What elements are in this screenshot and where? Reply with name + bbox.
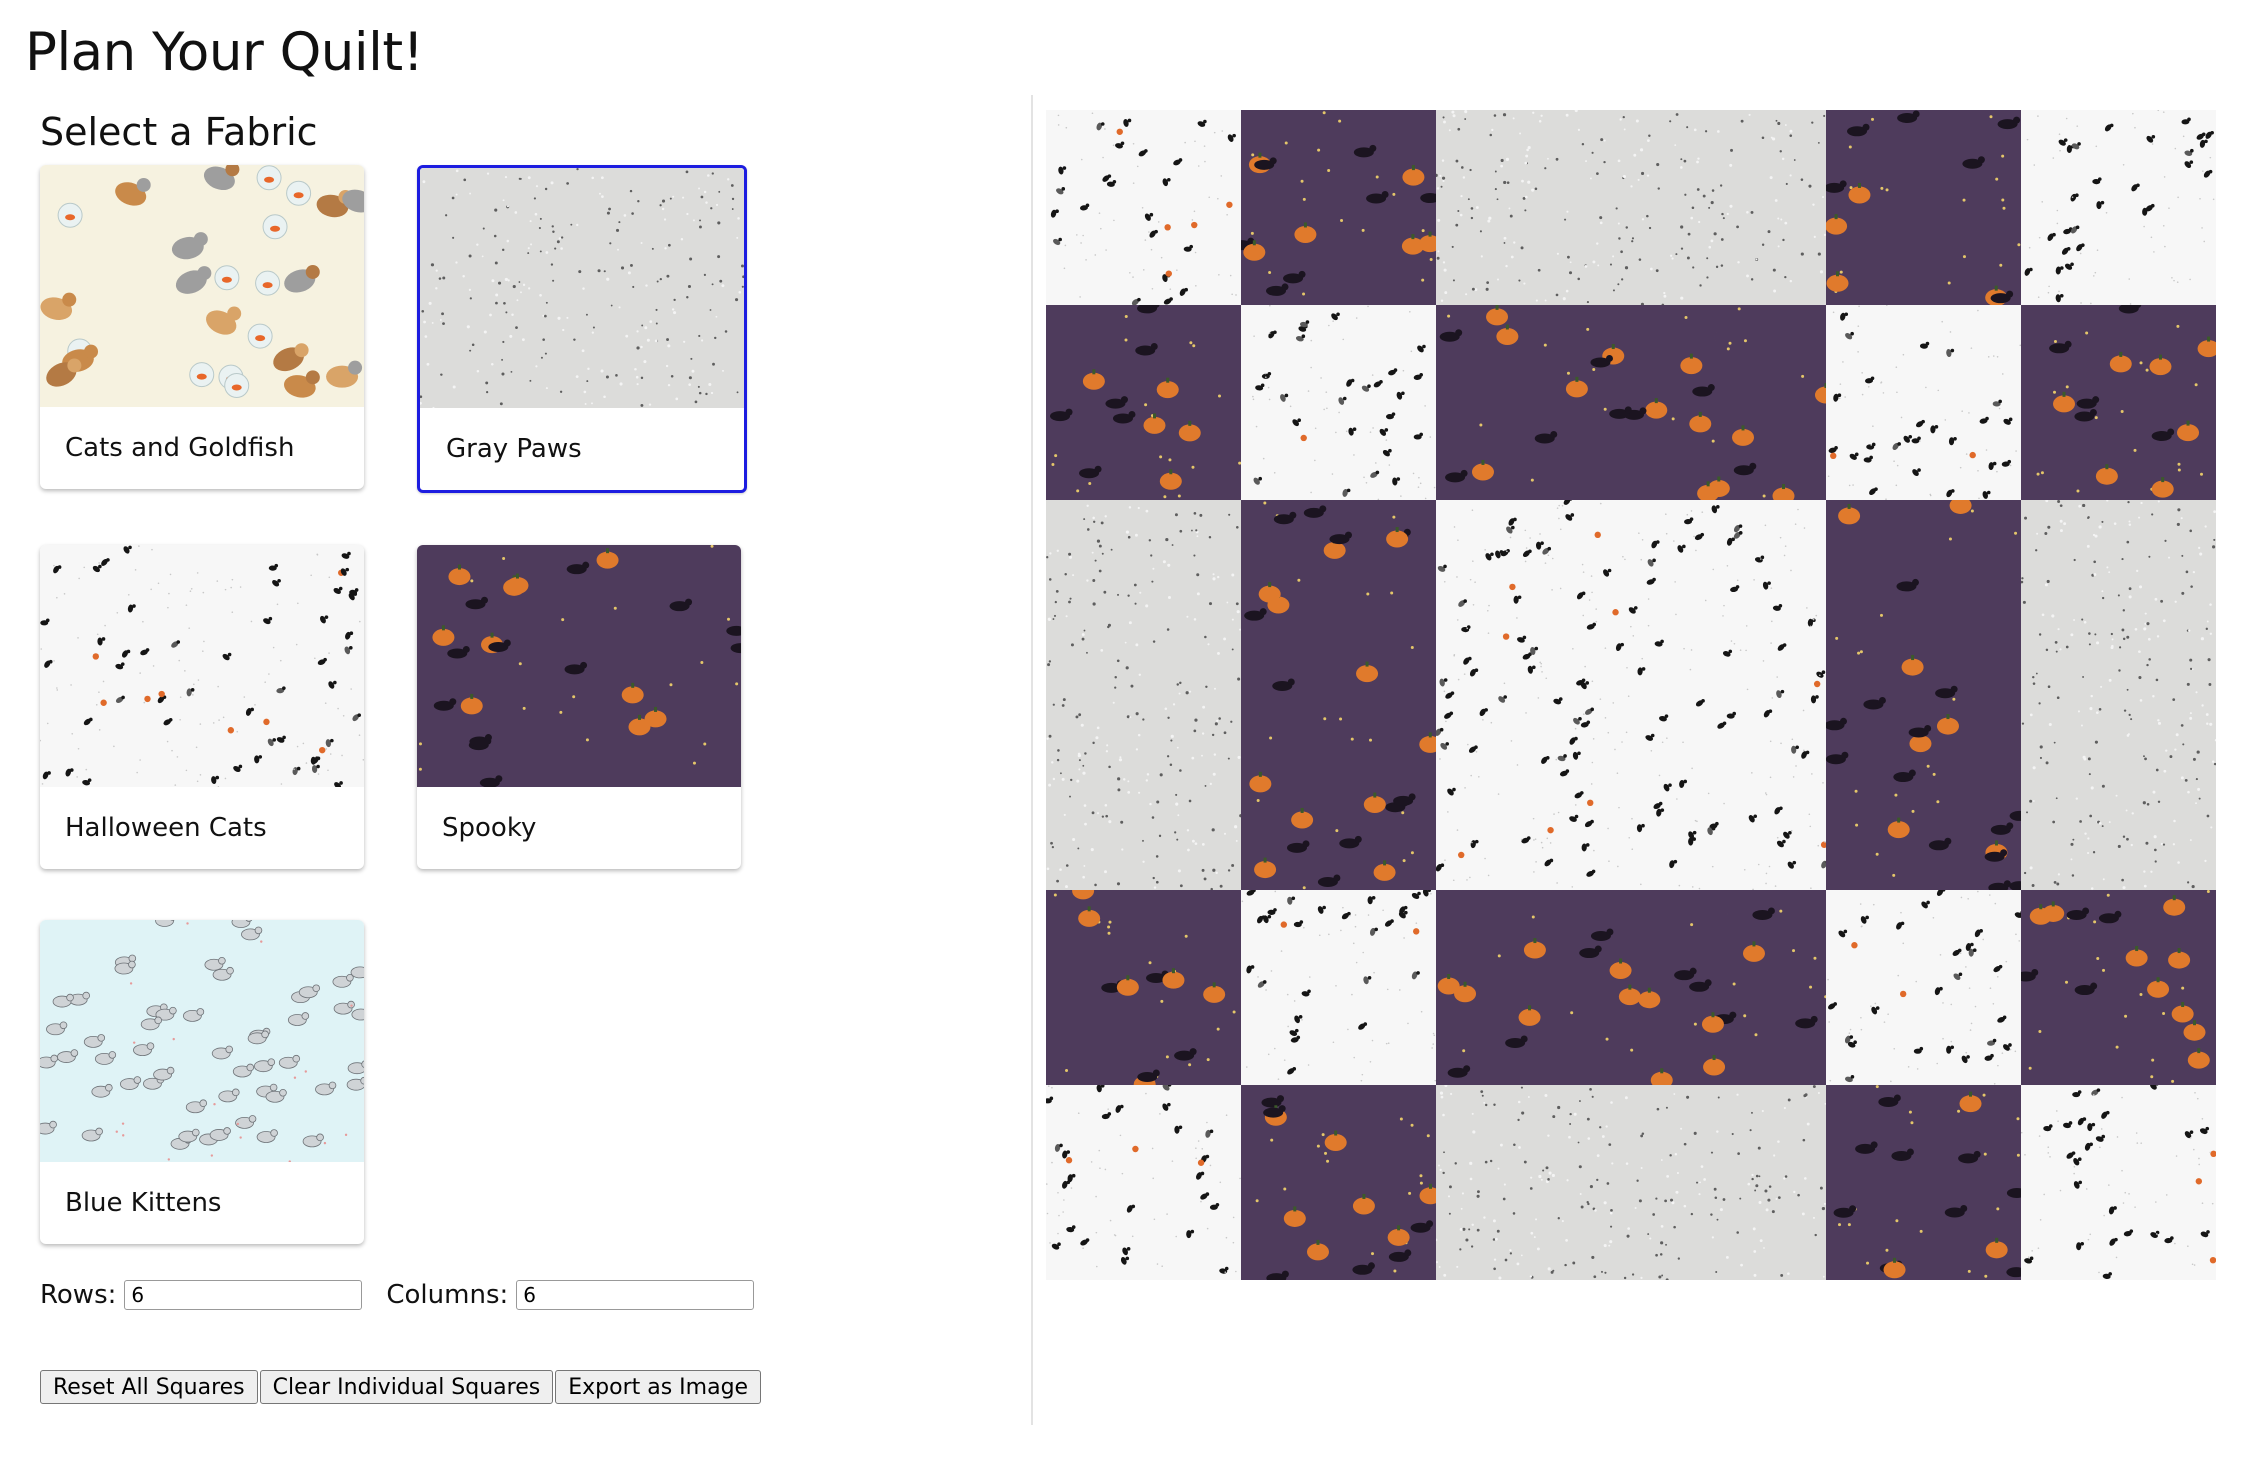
- reset-all-squares-button[interactable]: Reset All Squares: [40, 1370, 258, 1404]
- quilt-square-fabric-spooky: [1241, 110, 1436, 305]
- fabric-section-heading: Select a Fabric: [40, 110, 318, 154]
- grid-size-controls: Rows: Columns:: [40, 1280, 778, 1310]
- quilt-square-fabric-halloween-cats: [2021, 110, 2216, 305]
- quilt-square-r5-c5[interactable]: [2021, 1085, 2216, 1280]
- quilt-square-fabric-spooky: [2021, 890, 2216, 1085]
- quilt-square-r4-c2[interactable]: [1241, 890, 1436, 1085]
- quilt-square-r1-c4[interactable]: [1826, 110, 2021, 305]
- fabric-name: Blue Kittens: [65, 1188, 222, 1218]
- fabric-name: Halloween Cats: [65, 813, 267, 843]
- quilt-square-r1-c1[interactable]: [1046, 110, 1241, 305]
- quilt-square-r4-c4[interactable]: [1826, 890, 2021, 1085]
- quilt-square-fabric-spooky: [1826, 500, 2021, 890]
- fabric-swatch-cats-and-goldfish: [40, 165, 364, 407]
- quilt-canvas: [1046, 110, 2216, 1280]
- rows-input[interactable]: [124, 1280, 363, 1310]
- quilt-square-r3-c5[interactable]: [2021, 500, 2216, 890]
- quilt-square-fabric-spooky: [1436, 305, 1826, 500]
- fabric-card-blue-kittens[interactable]: Blue Kittens: [40, 920, 364, 1244]
- quilt-square-fabric-spooky: [1826, 1085, 2021, 1280]
- action-buttons: Reset All Squares Clear Individual Squar…: [40, 1370, 763, 1404]
- quilt-square-r5-c2[interactable]: [1241, 1085, 1436, 1280]
- fabric-card-cats-and-goldfish[interactable]: Cats and Goldfish: [40, 165, 364, 489]
- columns-input[interactable]: [516, 1280, 755, 1310]
- fabric-name: Spooky: [442, 813, 537, 843]
- quilt-square-fabric-gray-paws: [1046, 500, 1241, 890]
- quilt-square-fabric-spooky: [2021, 305, 2216, 500]
- rows-label: Rows:: [40, 1280, 117, 1310]
- quilt-square-fabric-halloween-cats: [1241, 305, 1436, 500]
- quilt-square-fabric-gray-paws: [1436, 110, 1826, 305]
- quilt-square-r2-c1[interactable]: [1046, 305, 1241, 500]
- fabric-swatch-gray-paws: [420, 168, 744, 408]
- quilt-square-r5-c3[interactable]: [1436, 1085, 1826, 1280]
- quilt-square-fabric-halloween-cats: [1046, 110, 1241, 305]
- quilt-square-r4-c5[interactable]: [2021, 890, 2216, 1085]
- fabric-name: Gray Paws: [446, 434, 582, 464]
- fabric-card-halloween-cats[interactable]: Halloween Cats: [40, 545, 364, 869]
- quilt-square-fabric-gray-paws: [2021, 500, 2216, 890]
- quilt-square-r4-c3[interactable]: [1436, 890, 1826, 1085]
- clear-individual-squares-button[interactable]: Clear Individual Squares: [259, 1370, 554, 1404]
- quilt-square-fabric-halloween-cats: [1826, 305, 2021, 500]
- fabric-panel: Select a Fabric Cats and Goldfish Gray P…: [0, 0, 1020, 1458]
- quilt-square-r1-c5[interactable]: [2021, 110, 2216, 305]
- quilt-square-r3-c2[interactable]: [1241, 500, 1436, 890]
- fabric-name: Cats and Goldfish: [65, 433, 295, 463]
- quilt-square-fabric-spooky: [1241, 1085, 1436, 1280]
- quilt-square-r4-c1[interactable]: [1046, 890, 1241, 1085]
- quilt-square-fabric-spooky: [1436, 890, 1826, 1085]
- columns-label: Columns:: [386, 1280, 509, 1310]
- quilt-square-fabric-spooky: [1241, 500, 1436, 890]
- quilt-square-r2-c5[interactable]: [2021, 305, 2216, 500]
- quilt-square-fabric-halloween-cats: [1241, 890, 1436, 1085]
- quilt-square-r3-c4[interactable]: [1826, 500, 2021, 890]
- quilt-square-r1-c2[interactable]: [1241, 110, 1436, 305]
- quilt-square-fabric-halloween-cats: [1436, 500, 1826, 890]
- quilt-square-r3-c3[interactable]: [1436, 500, 1826, 890]
- quilt-square-r5-c4[interactable]: [1826, 1085, 2021, 1280]
- quilt-square-fabric-gray-paws: [1436, 1085, 1826, 1280]
- quilt-square-fabric-halloween-cats: [1046, 1085, 1241, 1280]
- quilt-square-fabric-spooky: [1826, 110, 2021, 305]
- quilt-square-fabric-spooky: [1046, 890, 1241, 1085]
- panel-divider: [1031, 95, 1033, 1425]
- fabric-card-spooky[interactable]: Spooky: [417, 545, 741, 869]
- quilt-square-fabric-halloween-cats: [1826, 890, 2021, 1085]
- fabric-swatch-halloween-cats: [40, 545, 364, 787]
- quilt-square-r2-c2[interactable]: [1241, 305, 1436, 500]
- quilt-square-r1-c3[interactable]: [1436, 110, 1826, 305]
- fabric-card-gray-paws[interactable]: Gray Paws: [417, 165, 747, 493]
- quilt-square-r2-c4[interactable]: [1826, 305, 2021, 500]
- quilt-square-r5-c1[interactable]: [1046, 1085, 1241, 1280]
- fabric-swatch-blue-kittens: [40, 920, 364, 1162]
- quilt-square-r3-c1[interactable]: [1046, 500, 1241, 890]
- quilt-square-r2-c3[interactable]: [1436, 305, 1826, 500]
- quilt-square-fabric-halloween-cats: [2021, 1085, 2216, 1280]
- quilt-square-fabric-spooky: [1046, 305, 1241, 500]
- fabric-swatch-spooky: [417, 545, 741, 787]
- export-as-image-button[interactable]: Export as Image: [555, 1370, 762, 1404]
